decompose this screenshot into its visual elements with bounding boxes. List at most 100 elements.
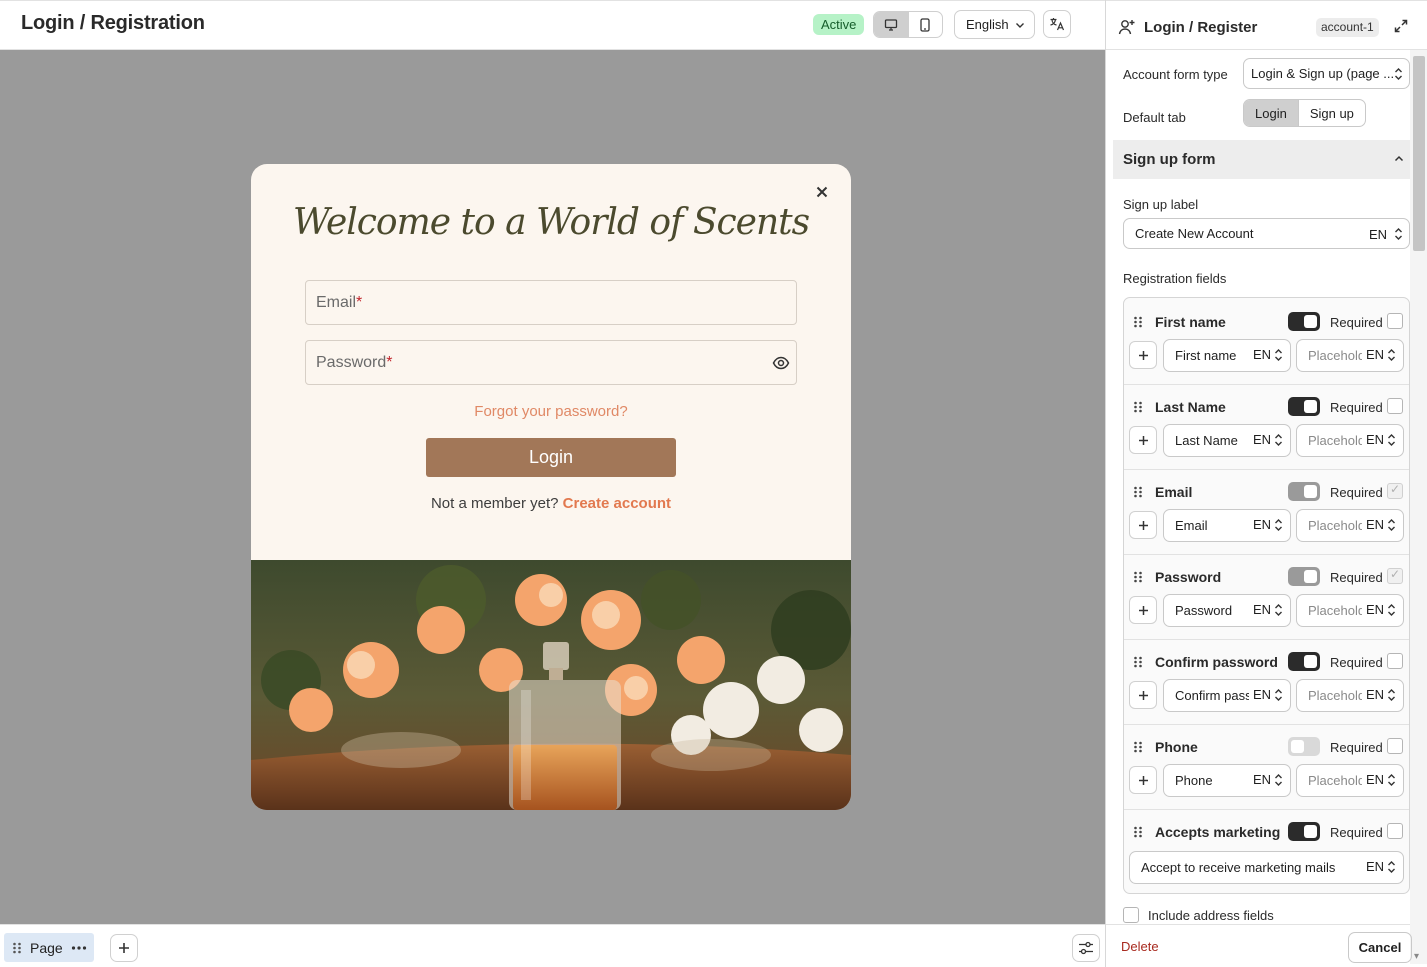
delete-button[interactable]: Delete (1121, 939, 1159, 954)
required-checkbox[interactable] (1387, 653, 1403, 669)
required-checkbox[interactable] (1387, 567, 1403, 584)
add-page-button[interactable] (110, 934, 138, 962)
field-placeholder-input[interactable]: Placeholder EN (1296, 594, 1404, 627)
field-row: PasswordRequiredPasswordENPlaceholderEN (1124, 555, 1409, 640)
field-label-input[interactable]: Phone EN (1163, 764, 1291, 797)
field-placeholder-input[interactable]: Placeholder EN (1296, 424, 1404, 457)
signup-form-section-header[interactable]: Sign up form (1113, 140, 1410, 179)
forgot-password-link[interactable]: Forgot your password? (251, 403, 851, 420)
language-select[interactable]: English (954, 10, 1035, 39)
add-translation-button[interactable] (1129, 511, 1157, 539)
add-translation-button[interactable] (1129, 341, 1157, 369)
field-label-input[interactable]: First name EN (1163, 339, 1291, 372)
scrollbar-thumb[interactable] (1413, 56, 1425, 251)
language-code[interactable]: EN (1361, 432, 1396, 447)
field-name: Accepts marketing (1155, 824, 1281, 840)
language-code[interactable]: EN (1248, 517, 1283, 532)
drag-handle-icon[interactable] (1133, 825, 1143, 839)
field-placeholder-input[interactable]: Placeholder EN (1296, 764, 1404, 797)
field-enabled-toggle[interactable] (1288, 397, 1320, 416)
status-badge: Active (813, 14, 865, 35)
field-placeholder-input[interactable]: Placeholder EN (1296, 679, 1404, 712)
language-code[interactable]: EN (1248, 432, 1283, 447)
field-placeholder-input[interactable]: Placeholder EN (1296, 339, 1404, 372)
drag-handle-icon[interactable] (1133, 655, 1143, 669)
language-code[interactable]: EN (1248, 602, 1283, 617)
language-code[interactable]: EN (1248, 687, 1283, 702)
include-address-checkbox[interactable] (1123, 907, 1139, 923)
required-checkbox[interactable] (1387, 823, 1403, 839)
add-translation-button[interactable] (1129, 766, 1157, 794)
field-placeholder-input[interactable]: Placeholder EN (1296, 509, 1404, 542)
chevron-updown-icon (1388, 518, 1395, 531)
required-checkbox[interactable] (1387, 738, 1403, 754)
required-label: Required (1330, 655, 1383, 670)
login-modal: Welcome to a World of Scents Email * Pass… (251, 164, 851, 810)
login-button[interactable]: Login (426, 438, 676, 477)
language-code-text: EN (1252, 432, 1271, 447)
field-enabled-toggle[interactable] (1288, 312, 1320, 331)
language-code-text: EN (1365, 432, 1384, 447)
language-code[interactable]: EN (1361, 859, 1396, 874)
required-label: Required (1330, 485, 1383, 500)
field-label-input[interactable]: Email EN (1163, 509, 1291, 542)
required-checkbox[interactable] (1387, 482, 1403, 499)
drag-handle-icon[interactable] (1133, 740, 1143, 754)
cancel-button[interactable]: Cancel (1348, 932, 1412, 963)
language-code[interactable]: EN (1361, 517, 1396, 532)
language-code[interactable]: EN (1248, 347, 1283, 362)
settings-button[interactable] (1072, 934, 1100, 962)
field-enabled-toggle[interactable] (1288, 822, 1320, 841)
field-enabled-toggle[interactable] (1288, 482, 1320, 501)
include-address-row[interactable]: Include address fields (1123, 907, 1274, 923)
drag-handle-icon[interactable] (1133, 315, 1143, 329)
create-account-link[interactable]: Create account (563, 495, 671, 512)
sliders-icon (1079, 941, 1093, 955)
translate-button[interactable] (1043, 10, 1071, 38)
language-code[interactable]: EN (1361, 772, 1396, 787)
language-code[interactable]: EN (1361, 347, 1396, 362)
field-enabled-toggle[interactable] (1288, 567, 1320, 586)
add-translation-button[interactable] (1129, 426, 1157, 454)
language-code[interactable]: EN (1361, 687, 1396, 702)
language-code[interactable]: EN (1361, 602, 1396, 617)
field-label-input[interactable]: Password EN (1163, 594, 1291, 627)
form-type-label: Account form type (1123, 67, 1228, 82)
panel-scrollbar[interactable]: ▾ (1410, 50, 1427, 964)
modal-close-button[interactable] (812, 182, 832, 202)
form-type-select[interactable]: Login & Sign up (page ... (1243, 58, 1410, 89)
modal-heading: Welcome to a World of Scents (292, 202, 810, 243)
plus-icon (1138, 435, 1148, 445)
default-tab-signup[interactable]: Sign up (1297, 100, 1365, 126)
eye-icon[interactable] (772, 354, 790, 372)
marketing-label-input[interactable]: Accept to receive marketing mails EN (1129, 851, 1404, 884)
chevron-updown-icon[interactable] (1394, 227, 1403, 241)
required-checkbox[interactable] (1387, 313, 1403, 329)
password-input[interactable]: Password * (305, 340, 797, 385)
field-enabled-toggle[interactable] (1288, 737, 1320, 756)
language-code[interactable]: EN (1248, 772, 1283, 787)
panel-body: Account form type Login & Sign up (page … (1106, 50, 1410, 924)
chevron-updown-icon (1388, 603, 1395, 616)
drag-handle-icon[interactable] (1133, 400, 1143, 414)
mobile-view-button[interactable] (907, 12, 942, 37)
signup-label-input[interactable]: Create New Account EN (1123, 218, 1410, 249)
email-input[interactable]: Email * (305, 280, 797, 325)
default-tab-login[interactable]: Login (1244, 100, 1298, 126)
drag-handle-icon[interactable] (1133, 570, 1143, 584)
more-icon[interactable] (71, 945, 87, 951)
language-code-text: EN (1252, 772, 1271, 787)
expand-icon[interactable] (1394, 19, 1408, 33)
drag-handle-icon[interactable] (1133, 485, 1143, 499)
page-tab[interactable]: Page (4, 933, 94, 962)
field-label-input[interactable]: Confirm password EN (1163, 679, 1291, 712)
language-code-text: EN (1365, 859, 1384, 874)
scroll-down-arrow[interactable]: ▾ (1414, 951, 1419, 962)
field-enabled-toggle[interactable] (1288, 652, 1320, 671)
add-translation-button[interactable] (1129, 596, 1157, 624)
field-label-input[interactable]: Last Name EN (1163, 424, 1291, 457)
add-translation-button[interactable] (1129, 681, 1157, 709)
desktop-view-button[interactable] (874, 12, 908, 37)
signup-label-title: Sign up label (1123, 197, 1199, 212)
required-checkbox[interactable] (1387, 398, 1403, 414)
